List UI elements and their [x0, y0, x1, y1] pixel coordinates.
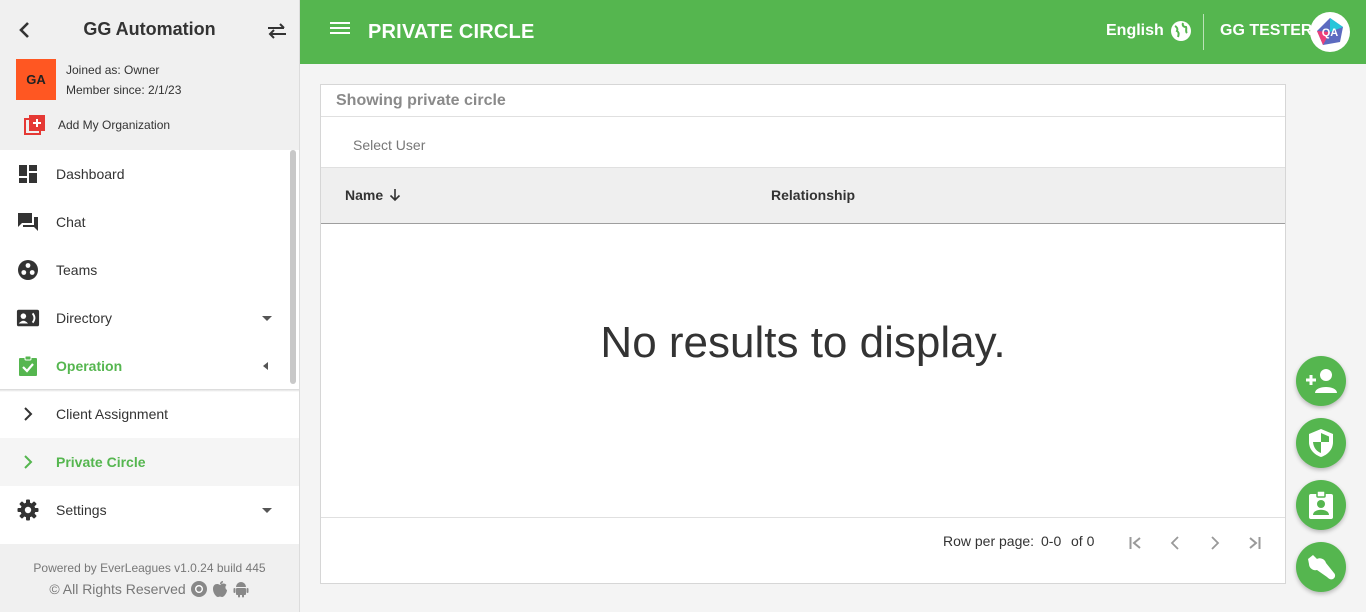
chevron-left-icon [1170, 536, 1179, 550]
joined-as-text: Joined as: Owner [66, 63, 160, 77]
column-header-name[interactable]: Name [345, 187, 401, 203]
table-header: Name Relationship [321, 167, 1285, 224]
badge-button[interactable] [1296, 480, 1346, 530]
sidebar-item-label: Private Circle [56, 454, 146, 470]
column-header-relationship[interactable]: Relationship [771, 187, 855, 203]
chevron-right-icon [16, 402, 40, 426]
tool-icon [1308, 555, 1336, 580]
page-range: 0-0 [1041, 533, 1062, 549]
svg-text:QA: QA [1322, 27, 1339, 39]
qa-logo-icon: QA [1314, 16, 1346, 48]
android-icon[interactable] [232, 580, 250, 598]
caret-left-icon [263, 362, 268, 370]
sidebar-item-label: Operation [56, 358, 123, 374]
shield-icon [1309, 429, 1333, 457]
apple-icon[interactable] [212, 580, 228, 598]
sidebar-item-teams[interactable]: Teams [0, 246, 299, 294]
add-person-icon [1306, 369, 1337, 393]
sidebar-footer: Powered by EverLeagues v1.0.24 build 445… [0, 544, 299, 612]
sidebar-scrollbar[interactable] [290, 150, 296, 384]
sidebar-item-label: Dashboard [56, 166, 125, 182]
swap-icon [268, 23, 286, 39]
topbar-divider [1203, 14, 1204, 50]
chrome-icon[interactable] [190, 580, 208, 598]
page-total: of 0 [1071, 533, 1095, 549]
sidebar-item-client-assignment[interactable]: Client Assignment [0, 390, 299, 438]
previous-page-button[interactable] [1163, 531, 1187, 555]
divider [321, 116, 1285, 117]
sidebar-item-label: Settings [56, 502, 107, 518]
switch-org-button[interactable] [264, 18, 290, 44]
add-organization-button[interactable]: Add My Organization [24, 114, 170, 136]
rights-row: © All Rights Reserved [0, 580, 299, 598]
sidebar-item-label: Client Assignment [56, 406, 169, 422]
empty-state-text: No results to display. [600, 318, 1006, 367]
private-circle-card: Showing private circle Select User Name … [320, 84, 1286, 584]
contact-card-icon [16, 306, 40, 330]
sidebar-nav: Dashboard Chat Teams Directory Operation… [0, 150, 299, 544]
add-organization-label: Add My Organization [58, 118, 171, 132]
sidebar-item-settings[interactable]: Settings [0, 486, 299, 534]
last-page-icon [1249, 537, 1261, 549]
sidebar-item-label: Directory [56, 310, 113, 326]
hamburger-icon [330, 22, 350, 34]
next-page-button[interactable] [1203, 531, 1227, 555]
sidebar-item-private-circle[interactable]: Private Circle [0, 438, 299, 486]
language-selector[interactable]: English [1106, 20, 1192, 42]
chat-icon [16, 210, 40, 234]
chevron-right-icon [16, 450, 40, 474]
clipboard-check-icon [16, 354, 40, 378]
sidebar-item-operation[interactable]: Operation [0, 342, 299, 390]
language-label: English [1106, 22, 1164, 39]
first-page-icon [1129, 537, 1141, 549]
org-name: GG Automation [83, 19, 216, 39]
sidebar: GG Automation GA Joined as: Owner Member… [0, 0, 300, 612]
card-title: Showing private circle [336, 92, 506, 109]
sidebar-item-dashboard[interactable]: Dashboard [0, 150, 299, 198]
menu-button[interactable] [330, 20, 354, 44]
tools-button[interactable] [1296, 542, 1346, 592]
first-page-button[interactable] [1123, 531, 1147, 555]
dashboard-icon [16, 162, 40, 186]
caret-down-icon [262, 316, 272, 321]
arrow-down-icon [390, 189, 401, 202]
nav-divider-shadow [0, 389, 299, 392]
clipboard-account-icon [1309, 490, 1333, 519]
page-title: PRIVATE CIRCLE [368, 21, 535, 43]
powered-by-text: Powered by EverLeagues v1.0.24 build 445 [33, 561, 266, 575]
add-box-icon [24, 115, 45, 135]
top-bar: PRIVATE CIRCLE English GG TESTER QA [300, 0, 1366, 64]
gear-icon [16, 498, 40, 522]
caret-down-icon [262, 508, 272, 513]
teams-icon [16, 258, 40, 282]
sidebar-item-label: Teams [56, 262, 98, 278]
user-avatar[interactable]: QA [1310, 12, 1350, 52]
rights-text: © All Rights Reserved [49, 581, 186, 597]
member-since-text: Member since: 2/1/23 [66, 83, 182, 97]
select-user-dropdown[interactable]: Select User [353, 137, 425, 153]
column-header-label: Name [345, 187, 384, 203]
org-header: GG Automation GA Joined as: Owner Member… [0, 0, 299, 150]
globe-icon [1170, 21, 1191, 41]
rows-per-page-label: Row per page: [943, 533, 1035, 549]
sidebar-item-label: Chat [56, 214, 86, 230]
chevron-right-icon [1211, 536, 1220, 550]
org-avatar: GA [16, 59, 56, 100]
user-name[interactable]: GG TESTER [1220, 22, 1312, 40]
add-person-button[interactable] [1296, 356, 1346, 406]
divider [321, 517, 1285, 518]
last-page-button[interactable] [1243, 531, 1267, 555]
security-button[interactable] [1296, 418, 1346, 468]
sidebar-item-directory[interactable]: Directory [0, 294, 299, 342]
sidebar-item-chat[interactable]: Chat [0, 198, 299, 246]
